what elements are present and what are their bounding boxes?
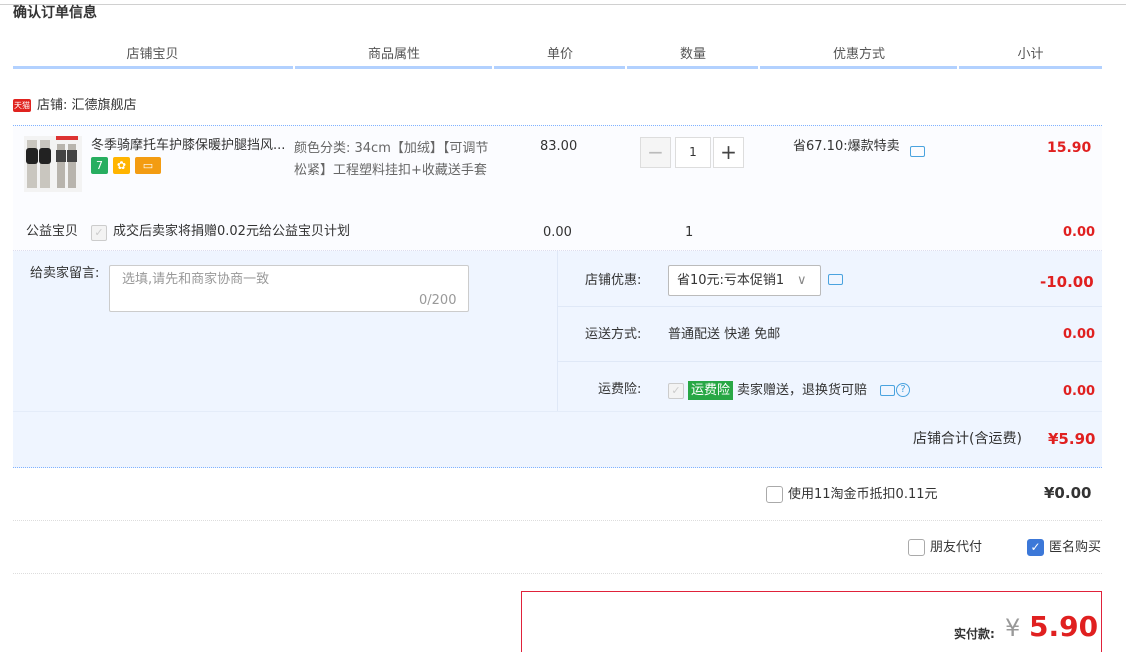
quantity-decrease-button[interactable]: − [640, 137, 671, 168]
item-subtotal: 15.90 [1047, 140, 1092, 156]
insurance-amount: 0.00 [1063, 384, 1096, 399]
tmall-logo-icon: 天猫 [13, 99, 31, 112]
shop-discount-amount: -10.00 [1040, 273, 1094, 291]
page-title: 确认订单信息 [13, 5, 97, 21]
chat-bubble-icon[interactable] [910, 146, 925, 157]
anonymous-label: 匿名购买 [1049, 540, 1102, 555]
message-char-counter: 0/200 [419, 293, 457, 308]
options-divider [557, 361, 1102, 362]
flower-badge-icon: ✿ [113, 157, 130, 174]
friend-pay-label: 朋友代付 [930, 540, 983, 555]
options-divider [557, 251, 558, 411]
payment-label: 实付款: [954, 627, 995, 641]
payment-currency: ¥ [1005, 614, 1021, 642]
charity-quantity: 1 [685, 225, 694, 240]
header-underline [494, 66, 625, 69]
options-divider [13, 411, 1102, 412]
chat-bubble-icon[interactable] [880, 385, 895, 396]
message-label: 给卖家留言: [30, 266, 100, 281]
options-divider [557, 306, 1102, 307]
header-underline [13, 66, 293, 69]
freight-insurance-tag: 运费险 [688, 381, 734, 400]
coins-checkbox[interactable] [766, 486, 783, 503]
charity-price: 0.00 [543, 225, 572, 240]
product-thumbnail[interactable] [24, 136, 82, 192]
charity-label: 公益宝贝 [26, 224, 79, 239]
charity-checkbox: ✓ [91, 225, 107, 241]
card-badge-icon: ▭ [135, 157, 161, 174]
discount-text: 省67.10:爆款特卖 [793, 139, 900, 154]
shipping-amount: 0.00 [1063, 327, 1096, 342]
insurance-text: 卖家赠送，退换货可赔 [737, 383, 868, 398]
shipping-method: 普通配送 快递 免邮 [668, 327, 781, 342]
chat-bubble-icon[interactable] [828, 274, 843, 285]
shop-total-label: 店铺合计(含运费) [913, 431, 1022, 447]
column-header-attributes: 商品属性 [367, 47, 420, 62]
shop-discount-label: 店铺优惠: [585, 273, 642, 288]
header-underline [760, 66, 957, 69]
column-header-price: 单价 [546, 47, 573, 62]
help-question-icon[interactable]: ? [896, 383, 910, 397]
quantity-input[interactable]: 1 [675, 137, 711, 168]
coins-label: 使用11淘金币抵扣0.11元 [788, 487, 938, 502]
header-underline [959, 66, 1102, 69]
insurance-label: 运费险: [598, 382, 642, 397]
row-divider [13, 520, 1102, 521]
chevron-down-icon: ∨ [797, 273, 807, 288]
quantity-increase-button[interactable]: + [713, 137, 744, 168]
row-divider [13, 573, 1102, 574]
seller-message-placeholder: 选填,请先和商家协商一致 [122, 272, 270, 287]
shop-discount-selected: 省10元:亏本促销1 [677, 273, 785, 288]
coins-value: ¥0.00 [1044, 484, 1092, 502]
seven-day-return-icon: 7 [91, 157, 108, 174]
header-underline [627, 66, 758, 69]
insurance-checkbox: ✓ [668, 383, 684, 399]
top-divider [0, 4, 1126, 5]
column-header-item: 店铺宝贝 [126, 47, 179, 62]
column-header-subtotal: 小计 [1017, 47, 1044, 62]
shipping-label: 运送方式: [585, 327, 642, 342]
column-header-quantity: 数量 [679, 47, 706, 62]
charity-subtotal: 0.00 [1063, 225, 1096, 240]
charity-text: 成交后卖家将捐赠0.02元给公益宝贝计划 [113, 224, 350, 239]
product-attributes: 颜色分类: 34cm【加绒】【可调节松紧】工程塑料挂扣+收藏送手套 [294, 141, 489, 178]
payment-amount: 5.90 [1029, 610, 1099, 643]
column-header-discount: 优惠方式 [832, 47, 885, 62]
unit-price: 83.00 [540, 139, 578, 154]
shop-name-link[interactable]: 店铺: 汇德旗舰店 [37, 97, 137, 114]
product-title-link[interactable]: 冬季骑摩托车护膝保暖护腿挡风... [91, 137, 291, 154]
anonymous-checkbox[interactable]: ✓ [1027, 539, 1044, 556]
friend-pay-checkbox[interactable] [908, 539, 925, 556]
shop-total-value: ¥5.90 [1048, 430, 1096, 448]
header-underline [295, 66, 492, 69]
